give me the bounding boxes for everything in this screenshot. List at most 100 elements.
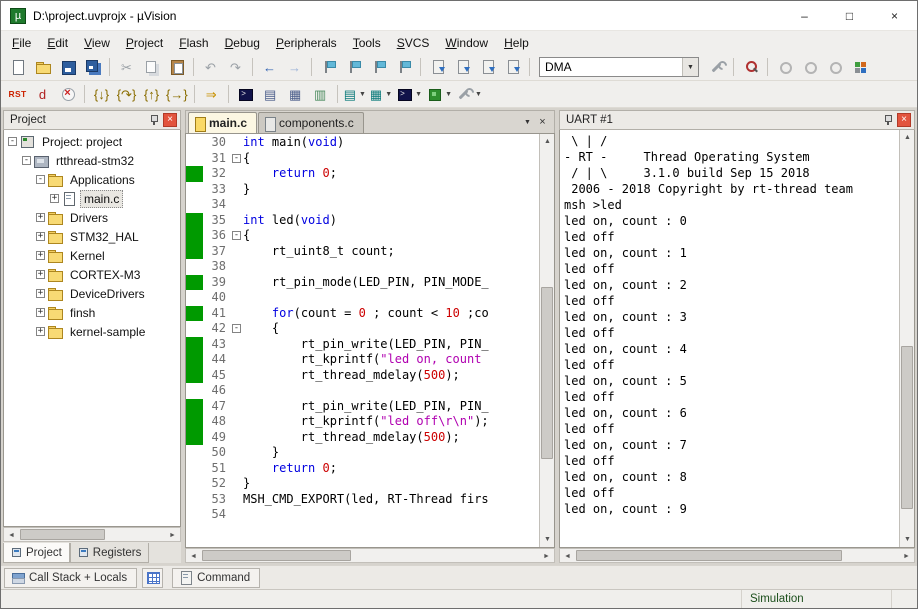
copy-button[interactable] [140,56,163,78]
code-lines[interactable]: 30int main(void)31-{32 return 0;33}3435i… [186,134,539,547]
chevron-down-icon[interactable]: ▼ [475,91,482,98]
scrollbar-track[interactable] [900,145,914,532]
open-file-button[interactable] [31,56,54,78]
code-text[interactable]: return 0; [243,461,539,477]
uart-close-icon[interactable]: × [897,113,911,127]
cut-button[interactable]: ✂ [115,56,138,78]
expand-icon[interactable]: + [36,270,45,279]
watch-windows-button[interactable]: ▤▼ [343,83,367,105]
code-text[interactable]: } [243,182,539,198]
menu-debug[interactable]: Debug [217,33,268,53]
code-text[interactable]: { [243,228,539,244]
undo-button[interactable]: ↶ [199,56,222,78]
scrollbar-track[interactable] [575,549,899,562]
menu-edit[interactable]: Edit [39,33,76,53]
fold-collapse-icon[interactable]: - [232,231,241,240]
panel-tab-registers[interactable]: Registers [70,543,150,563]
run-button[interactable]: ⇒ [200,83,223,105]
project-pin-icon[interactable] [147,113,161,127]
registers-window-button[interactable]: ▥ [309,83,332,105]
step-into-button[interactable]: {↓} [90,83,113,105]
expand-icon[interactable]: + [36,213,45,222]
code-text[interactable]: rt_kprintf("led off\r\n"); [243,414,539,430]
scrollbar-thumb[interactable] [901,346,913,509]
code-text[interactable] [243,507,539,523]
code-text[interactable]: rt_pin_mode(LED_PIN, PIN_MODE_ [243,275,539,291]
breakpoint-disable-button[interactable] [798,56,821,78]
rebuild-button[interactable] [476,56,499,78]
code-text[interactable] [243,197,539,213]
build-button[interactable] [451,56,474,78]
memory-windows-button[interactable]: ▦▼ [369,83,393,105]
collapse-icon[interactable]: - [36,175,45,184]
bookmark-toggle-button[interactable] [317,56,340,78]
scroll-down-icon[interactable]: ▼ [900,532,915,547]
tree-item-finsh[interactable]: +finsh [4,303,180,322]
expand-icon[interactable]: + [36,251,45,260]
scroll-right-icon[interactable]: ► [539,549,554,564]
code-text[interactable]: rt_uint8_t count; [243,244,539,260]
batch-build-button[interactable] [501,56,524,78]
scroll-down-icon[interactable]: ▼ [540,532,555,547]
menu-svcs[interactable]: SVCS [389,33,438,53]
scroll-up-icon[interactable]: ▲ [900,130,915,145]
code-text[interactable]: rt_thread_mdelay(500); [243,430,539,446]
expand-icon[interactable]: + [36,308,45,317]
project-close-icon[interactable]: × [163,113,177,127]
editor-vertical-scrollbar[interactable]: ▲ ▼ [539,134,554,547]
uart-vertical-scrollbar[interactable]: ▲ ▼ [899,130,914,547]
editor-tab-main-c[interactable]: main.c [188,112,257,133]
collapse-icon[interactable]: - [8,137,17,146]
command-window-button[interactable] [234,83,257,105]
breakpoint-kill-all-button[interactable] [823,56,846,78]
reset-button[interactable]: RST [6,83,29,105]
step-out-button[interactable]: {↑} [140,83,163,105]
maximize-button[interactable]: □ [827,1,872,30]
code-text[interactable] [243,290,539,306]
tree-item-kernel-sample[interactable]: +kernel-sample [4,322,180,341]
chevron-down-icon[interactable]: ▼ [445,91,452,98]
scroll-right-icon[interactable]: ► [165,528,180,543]
find-in-files-button[interactable] [739,56,762,78]
tree-item-applications[interactable]: -Applications [4,170,180,189]
code-text[interactable]: rt_pin_write(LED_PIN, PIN_ [243,337,539,353]
expand-icon[interactable]: + [36,289,45,298]
bookmark-clear-button[interactable] [392,56,415,78]
code-text[interactable]: rt_kprintf("led on, count [243,352,539,368]
tree-item-cortex-m3[interactable]: +CORTEX-M3 [4,265,180,284]
menu-help[interactable]: Help [496,33,537,53]
chevron-down-icon[interactable]: ▼ [682,58,698,76]
tree-item-devicedrivers[interactable]: +DeviceDrivers [4,284,180,303]
code-text[interactable] [243,383,539,399]
scroll-up-icon[interactable]: ▲ [540,134,555,149]
tree-item-main-c[interactable]: +main.c [4,189,180,208]
chevron-down-icon[interactable]: ▼ [359,91,366,98]
expand-icon[interactable]: + [36,327,45,336]
system-viewer-button[interactable]: ▼ [425,83,453,105]
bookmark-prev-button[interactable] [342,56,365,78]
select-target-combo[interactable]: DMA▼ [539,57,699,77]
menu-flash[interactable]: Flash [171,33,216,53]
disassembly-window-button[interactable]: ▤ [259,83,282,105]
tree-item-drivers[interactable]: +Drivers [4,208,180,227]
serial-windows-button[interactable]: ▼ [395,83,423,105]
uart-output[interactable]: \ | /- RT - Thread Operating System / | … [560,130,899,547]
code-text[interactable]: } [243,445,539,461]
menu-file[interactable]: File [4,33,39,53]
editor-tab-components-c[interactable]: components.c [258,112,364,133]
close-button[interactable]: × [872,1,917,30]
scrollbar-track[interactable] [201,549,539,562]
tree-item-kernel[interactable]: +Kernel [4,246,180,265]
scrollbar-track[interactable] [19,528,165,541]
tree-item-stm32-hal[interactable]: +STM32_HAL [4,227,180,246]
breakpoint-insert-button[interactable] [773,56,796,78]
menu-peripherals[interactable]: Peripherals [268,33,345,53]
tree-item-rtthread-stm32[interactable]: -rtthread-stm32 [4,151,180,170]
redo-button[interactable]: ↷ [224,56,247,78]
scroll-left-icon[interactable]: ◄ [560,549,575,564]
scroll-left-icon[interactable]: ◄ [4,528,19,543]
start-stop-debug-button[interactable]: d [31,83,54,105]
paste-button[interactable] [165,56,188,78]
scroll-left-icon[interactable]: ◄ [186,549,201,564]
target-options-button[interactable] [705,56,728,78]
